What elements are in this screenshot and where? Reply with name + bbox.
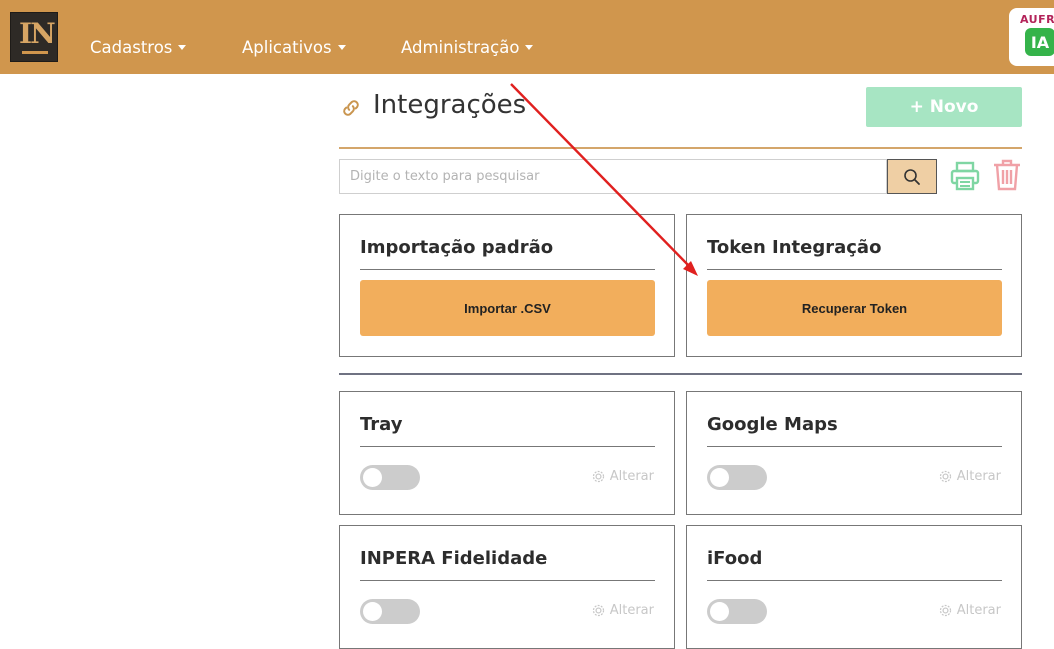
- ifood-edit-link[interactable]: Alterar: [939, 603, 1001, 618]
- edit-label: Alterar: [956, 469, 1001, 484]
- ai-badge-text: AUFRE: [1020, 13, 1054, 26]
- nav-cadastros[interactable]: Cadastros: [90, 38, 187, 57]
- recover-token-button[interactable]: Recuperar Token: [707, 280, 1002, 336]
- card-title: iFood: [707, 548, 763, 569]
- nav-administracao-label: Administração: [401, 38, 520, 57]
- toggle-knob: [710, 468, 729, 487]
- card-divider: [707, 446, 1002, 447]
- import-csv-button[interactable]: Importar .CSV: [360, 280, 655, 336]
- link-icon: [343, 100, 359, 116]
- logo-underline: [22, 51, 48, 54]
- page-title: Integrações: [373, 90, 527, 120]
- nav-aplicativos-label: Aplicativos: [242, 38, 332, 57]
- card-title: INPERA Fidelidade: [360, 548, 548, 569]
- edit-label: Alterar: [609, 469, 654, 484]
- caret-down-icon: [178, 45, 187, 50]
- card-divider: [707, 269, 1002, 270]
- tray-edit-link[interactable]: Alterar: [592, 469, 654, 484]
- search-icon: [904, 168, 920, 185]
- ai-bubble-label: IA: [1030, 32, 1050, 52]
- token-card: Token Integração Recuperar Token: [686, 214, 1022, 357]
- edit-label: Alterar: [609, 603, 654, 618]
- card-divider: [707, 580, 1002, 581]
- gear-icon: [939, 470, 951, 483]
- search-button[interactable]: [887, 159, 937, 194]
- ifood-toggle[interactable]: [707, 599, 767, 624]
- card-title: Google Maps: [707, 414, 838, 435]
- gear-icon: [592, 604, 604, 617]
- card-divider: [360, 269, 655, 270]
- tray-toggle[interactable]: [360, 465, 420, 490]
- nav-cadastros-label: Cadastros: [90, 38, 173, 57]
- search-input[interactable]: [339, 159, 887, 194]
- card-title: Token Integração: [707, 237, 882, 258]
- chat-bubble-icon: IA: [1025, 28, 1054, 56]
- google-maps-edit-link[interactable]: Alterar: [939, 469, 1001, 484]
- card-divider: [360, 446, 655, 447]
- toggle-knob: [363, 602, 382, 621]
- nav-aplicativos[interactable]: Aplicativos: [242, 38, 346, 57]
- toggle-knob: [363, 468, 382, 487]
- gear-icon: [592, 470, 604, 483]
- integration-card-tray: Tray Alterar: [339, 391, 675, 515]
- gear-icon: [939, 604, 951, 617]
- trash-icon[interactable]: [993, 159, 1021, 191]
- import-card: Importação padrão Importar .CSV: [339, 214, 675, 357]
- app-logo[interactable]: IN: [10, 12, 58, 62]
- integration-card-inpera: INPERA Fidelidade Alterar: [339, 525, 675, 649]
- inpera-edit-link[interactable]: Alterar: [592, 603, 654, 618]
- inpera-toggle[interactable]: [360, 599, 420, 624]
- card-title: Importação padrão: [360, 237, 554, 258]
- caret-down-icon: [525, 45, 534, 50]
- nav-administracao[interactable]: Administração: [401, 38, 534, 57]
- title-divider: [339, 147, 1022, 149]
- top-navbar: IN Cadastros Aplicativos Administração A…: [0, 0, 1054, 74]
- integration-card-ifood: iFood Alterar: [686, 525, 1022, 649]
- printer-icon[interactable]: [949, 160, 981, 192]
- card-divider: [360, 580, 655, 581]
- integration-card-google-maps: Google Maps Alterar: [686, 391, 1022, 515]
- ai-assistant-badge[interactable]: AUFRE IA: [1009, 8, 1054, 66]
- google-maps-toggle[interactable]: [707, 465, 767, 490]
- section-divider: [339, 373, 1022, 375]
- new-button[interactable]: + Novo: [866, 87, 1022, 127]
- edit-label: Alterar: [956, 603, 1001, 618]
- card-title: Tray: [360, 414, 403, 435]
- logo-text: IN: [19, 17, 56, 50]
- caret-down-icon: [337, 45, 346, 50]
- toggle-knob: [710, 602, 729, 621]
